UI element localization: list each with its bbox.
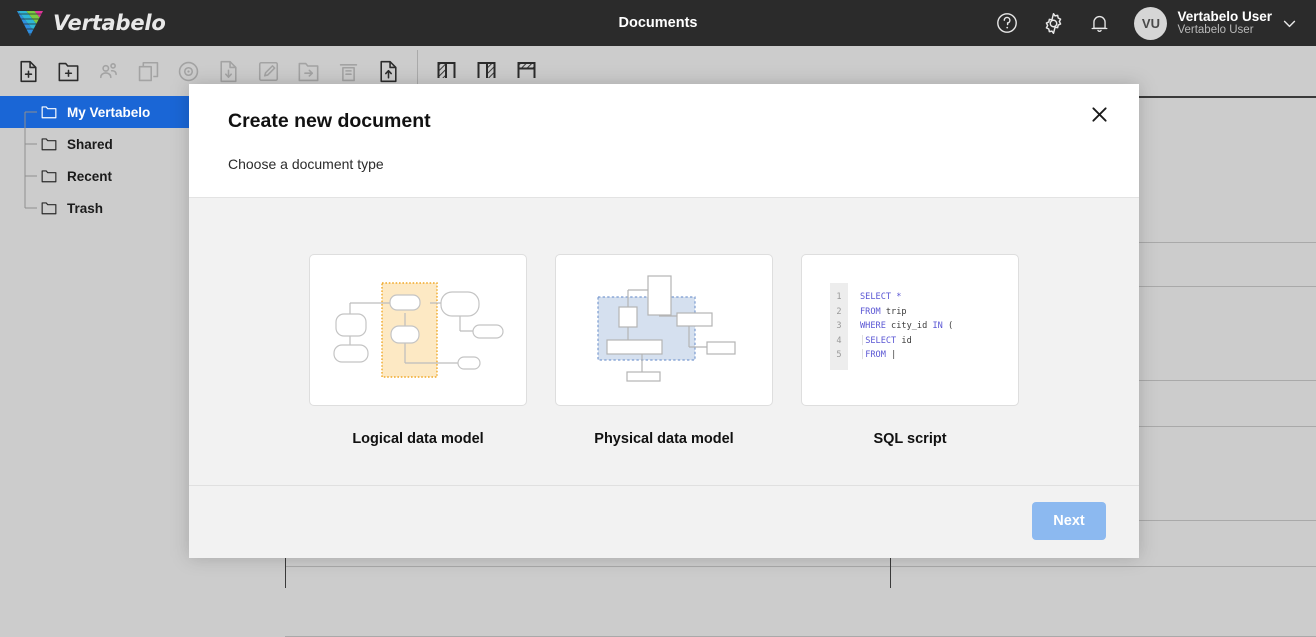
sql-code-block: 1 2 3 4 5 SELECT * FROM trip WHERE city_…	[830, 283, 953, 370]
sql-script-preview: 1 2 3 4 5 SELECT * FROM trip WHERE city_…	[801, 254, 1019, 406]
folder-icon-wrap	[40, 167, 58, 185]
logical-model-preview	[309, 254, 527, 406]
tree-guide-line	[24, 96, 38, 128]
gear-icon	[1041, 11, 1066, 36]
help-circle-icon	[995, 11, 1019, 35]
new-folder-icon	[56, 59, 81, 84]
document-type-card-sql[interactable]: 1 2 3 4 5 SELECT * FROM trip WHERE city_…	[801, 254, 1019, 447]
edit-pencil-icon	[256, 59, 281, 84]
user-subtitle: Vertabelo User	[1177, 24, 1272, 37]
card-label-sql: SQL script	[873, 431, 946, 447]
trash-icon	[336, 59, 361, 84]
card-label-physical: Physical data model	[594, 431, 733, 447]
next-button[interactable]: Next	[1032, 502, 1106, 540]
document-type-card-logical[interactable]: Logical data model	[309, 254, 527, 447]
dialog-header: Create new document Choose a document ty…	[189, 84, 1139, 198]
chevron-down-icon	[1281, 15, 1298, 32]
new-document-icon	[16, 59, 41, 84]
folder-icon-wrap	[40, 135, 58, 153]
sidebar-item-label: My Vertabelo	[67, 105, 150, 120]
top-bar: Vertabelo Documents VU Vertabel	[0, 0, 1316, 46]
tree-guide-line	[24, 128, 38, 160]
table-row-divider	[285, 566, 1316, 567]
folder-icon	[40, 199, 58, 217]
user-info[interactable]: Vertabelo User Vertabelo User	[1177, 9, 1272, 38]
dialog-title: Create new document	[228, 110, 431, 133]
move-to-folder-icon	[296, 59, 321, 84]
top-panel-icon	[514, 58, 540, 84]
sql-line-numbers: 1 2 3 4 5	[830, 283, 848, 370]
user-name: Vertabelo User	[1177, 9, 1272, 25]
share-users-icon	[96, 59, 121, 84]
new-document-button[interactable]	[8, 51, 48, 91]
preview-eye-icon	[176, 59, 201, 84]
folder-icon	[40, 167, 58, 185]
create-document-dialog: Create new document Choose a document ty…	[189, 84, 1139, 558]
new-folder-button[interactable]	[48, 51, 88, 91]
upload-document-icon	[376, 59, 401, 84]
tree-guide-line	[24, 160, 38, 192]
physical-model-preview	[555, 254, 773, 406]
copy-button[interactable]	[128, 51, 168, 91]
sql-code-text: SELECT * FROM trip WHERE city_id IN ( │S…	[848, 283, 953, 370]
download-document-icon	[216, 59, 241, 84]
sidebar-item-label: Shared	[67, 137, 113, 152]
folder-icon-wrap	[40, 199, 58, 217]
close-icon	[1090, 105, 1109, 124]
close-button[interactable]	[1083, 98, 1115, 130]
brand-logo[interactable]: Vertabelo	[16, 10, 166, 37]
folder-icon	[40, 135, 58, 153]
bell-icon	[1088, 12, 1111, 35]
left-panel-icon	[434, 58, 460, 84]
folder-icon	[40, 103, 58, 121]
dialog-footer: Next	[189, 486, 1139, 558]
avatar[interactable]: VU	[1134, 7, 1167, 40]
notifications-button[interactable]	[1076, 0, 1122, 46]
user-menu-button[interactable]	[1272, 0, 1306, 46]
right-panel-icon	[474, 58, 500, 84]
sidebar-item-label: Recent	[67, 169, 112, 184]
vertabelo-logo-icon	[16, 10, 44, 37]
sidebar-item-label: Trash	[67, 201, 103, 216]
dialog-body: Logical data model	[189, 198, 1139, 486]
tree-guide-line	[24, 192, 38, 224]
share-button[interactable]	[88, 51, 128, 91]
settings-button[interactable]	[1030, 0, 1076, 46]
help-button[interactable]	[984, 0, 1030, 46]
dialog-subtitle: Choose a document type	[228, 156, 384, 172]
folder-icon-wrap	[40, 103, 58, 121]
copy-icon	[136, 59, 161, 84]
brand-name: Vertabelo	[53, 11, 166, 35]
physical-model-diagram	[556, 255, 773, 406]
logical-model-diagram	[310, 255, 527, 406]
document-type-card-physical[interactable]: Physical data model	[555, 254, 773, 447]
card-label-logical: Logical data model	[352, 431, 483, 447]
